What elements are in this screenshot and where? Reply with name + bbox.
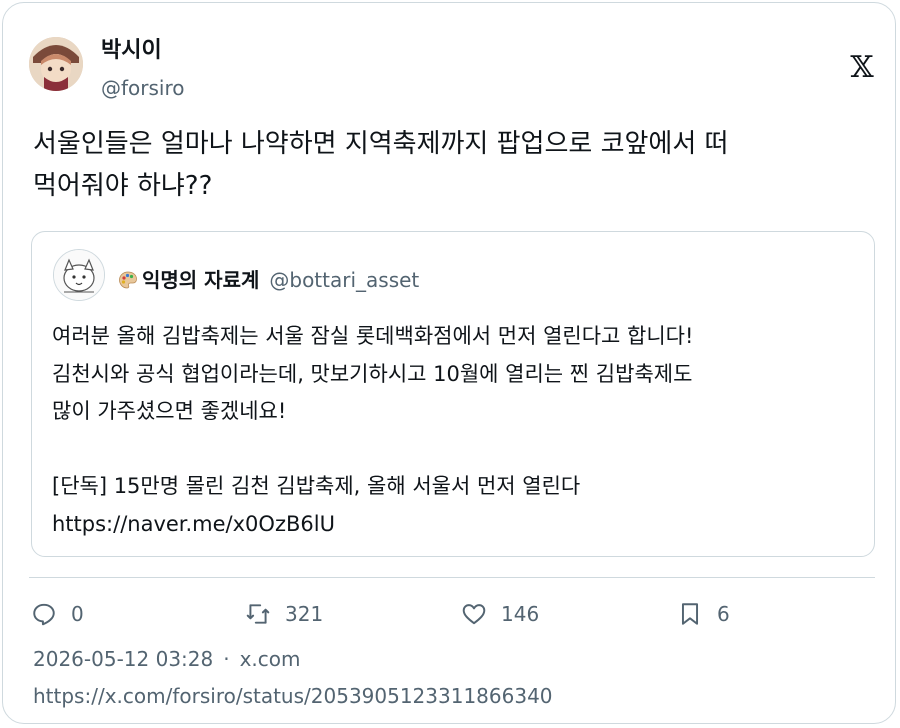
repost-icon <box>246 604 270 624</box>
divider <box>29 577 875 578</box>
bookmark-count: 6 <box>717 602 730 626</box>
quoted-tweet[interactable]: 익명의 자료계 @bottari_asset 여러분 올해 김밥축제는 서울 잠실… <box>31 231 875 557</box>
author-handle[interactable]: @forsiro <box>101 75 185 101</box>
repost-count: 321 <box>285 602 324 626</box>
reply-button[interactable]: 0 <box>31 598 84 630</box>
bookmark-icon <box>681 603 699 625</box>
like-count: 146 <box>501 602 540 626</box>
like-button[interactable]: 146 <box>461 598 539 630</box>
x-logo-icon[interactable]: 𝕏 <box>845 51 879 85</box>
repost-button[interactable]: 321 <box>245 598 323 630</box>
heart-icon <box>462 604 486 625</box>
tweet-text: 서울인들은 얼마나 나약하면 지역축제까지 팝업으로 코앞에서 떠 먹어줘야 하… <box>33 129 729 201</box>
bookmark-button[interactable]: 6 <box>677 598 730 630</box>
reply-icon <box>33 603 55 626</box>
quoted-tweet-text: 여러분 올해 김밥축제는 서울 잠실 롯데백화점에서 먼저 열린다고 합니다! … <box>52 324 694 536</box>
quoted-author-avatar[interactable] <box>53 249 105 301</box>
action-bar: 0 321 146 6 <box>3 598 895 630</box>
timestamp[interactable]: 2026-05-12 03:28 <box>33 647 213 671</box>
quoted-author-display-name[interactable]: 익명의 자료계 <box>142 268 259 292</box>
author-display-name[interactable]: 박시이 <box>101 37 162 65</box>
tweet-meta: 2026-05-12 03:28 · x.com <box>33 646 301 672</box>
source-label[interactable]: x.com <box>240 647 301 671</box>
author-avatar[interactable] <box>29 37 83 91</box>
permalink[interactable]: https://x.com/forsiro/status/20539051233… <box>33 683 553 709</box>
meta-separator: · <box>223 647 230 671</box>
quoted-author-handle[interactable]: @bottari_asset <box>269 268 419 292</box>
palette-icon <box>118 270 138 290</box>
tweet-card: 박시이 @forsiro 𝕏 서울인들은 얼마나 나약하면 지역축제까지 팝업으… <box>2 2 896 724</box>
reply-count: 0 <box>71 602 84 626</box>
